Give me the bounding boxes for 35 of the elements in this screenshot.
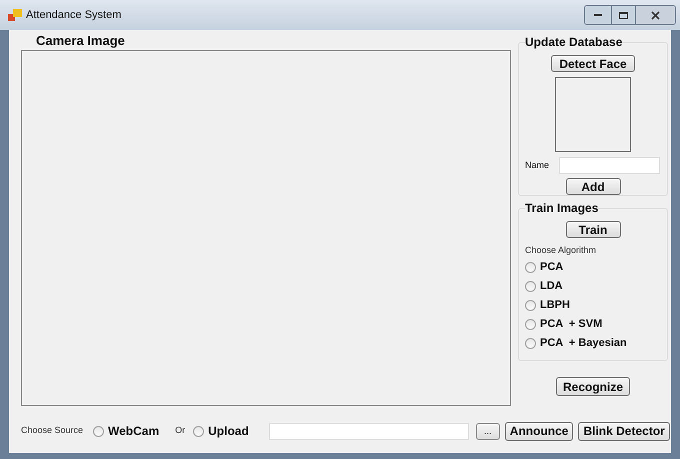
recognize-button[interactable]: Recognize (556, 377, 630, 396)
train-button[interactable]: Train (566, 221, 620, 238)
close-icon[interactable] (635, 6, 675, 24)
radio-button[interactable] (525, 300, 536, 310)
radio-button[interactable] (525, 318, 536, 330)
radio-button[interactable] (193, 426, 204, 436)
name-label: Name (525, 158, 550, 172)
algorithm-option: LBPH (540, 296, 570, 314)
or-label: Or (175, 424, 186, 438)
detect-face-button[interactable]: Detect Face (551, 55, 635, 72)
algorithm-label: Choose Algorithm (525, 244, 598, 257)
source-label: Choose Source (21, 424, 84, 438)
browse-button[interactable]: ... (476, 422, 500, 440)
source-option: WebCam (108, 422, 160, 440)
app-icon (8, 9, 22, 21)
add-button[interactable]: Add (566, 178, 620, 195)
name-field[interactable] (559, 157, 660, 174)
algorithm-option: PCA + Bayesian (540, 334, 627, 352)
algorithm-option: PCA (540, 258, 564, 276)
source-option: Upload (208, 422, 249, 440)
maximize-icon[interactable] (611, 6, 635, 24)
blink-detector-button[interactable]: Blink Detector (578, 422, 670, 440)
group-title: Train Images (525, 201, 598, 215)
camera-label: Camera Image (36, 32, 126, 50)
group-title: Update Database (525, 35, 622, 49)
radio-button[interactable] (525, 280, 536, 292)
algorithm-option: PCA + SVM (540, 316, 602, 332)
radio-button[interactable] (525, 338, 536, 348)
minimize-icon[interactable] (585, 6, 611, 24)
radio-button[interactable] (525, 262, 536, 272)
radio-button[interactable] (93, 426, 104, 436)
announce-button[interactable]: Announce (504, 422, 574, 440)
algorithm-option: LDA (540, 278, 563, 294)
file-path-field[interactable] (268, 422, 469, 440)
window-title: Attendance System (26, 8, 122, 23)
